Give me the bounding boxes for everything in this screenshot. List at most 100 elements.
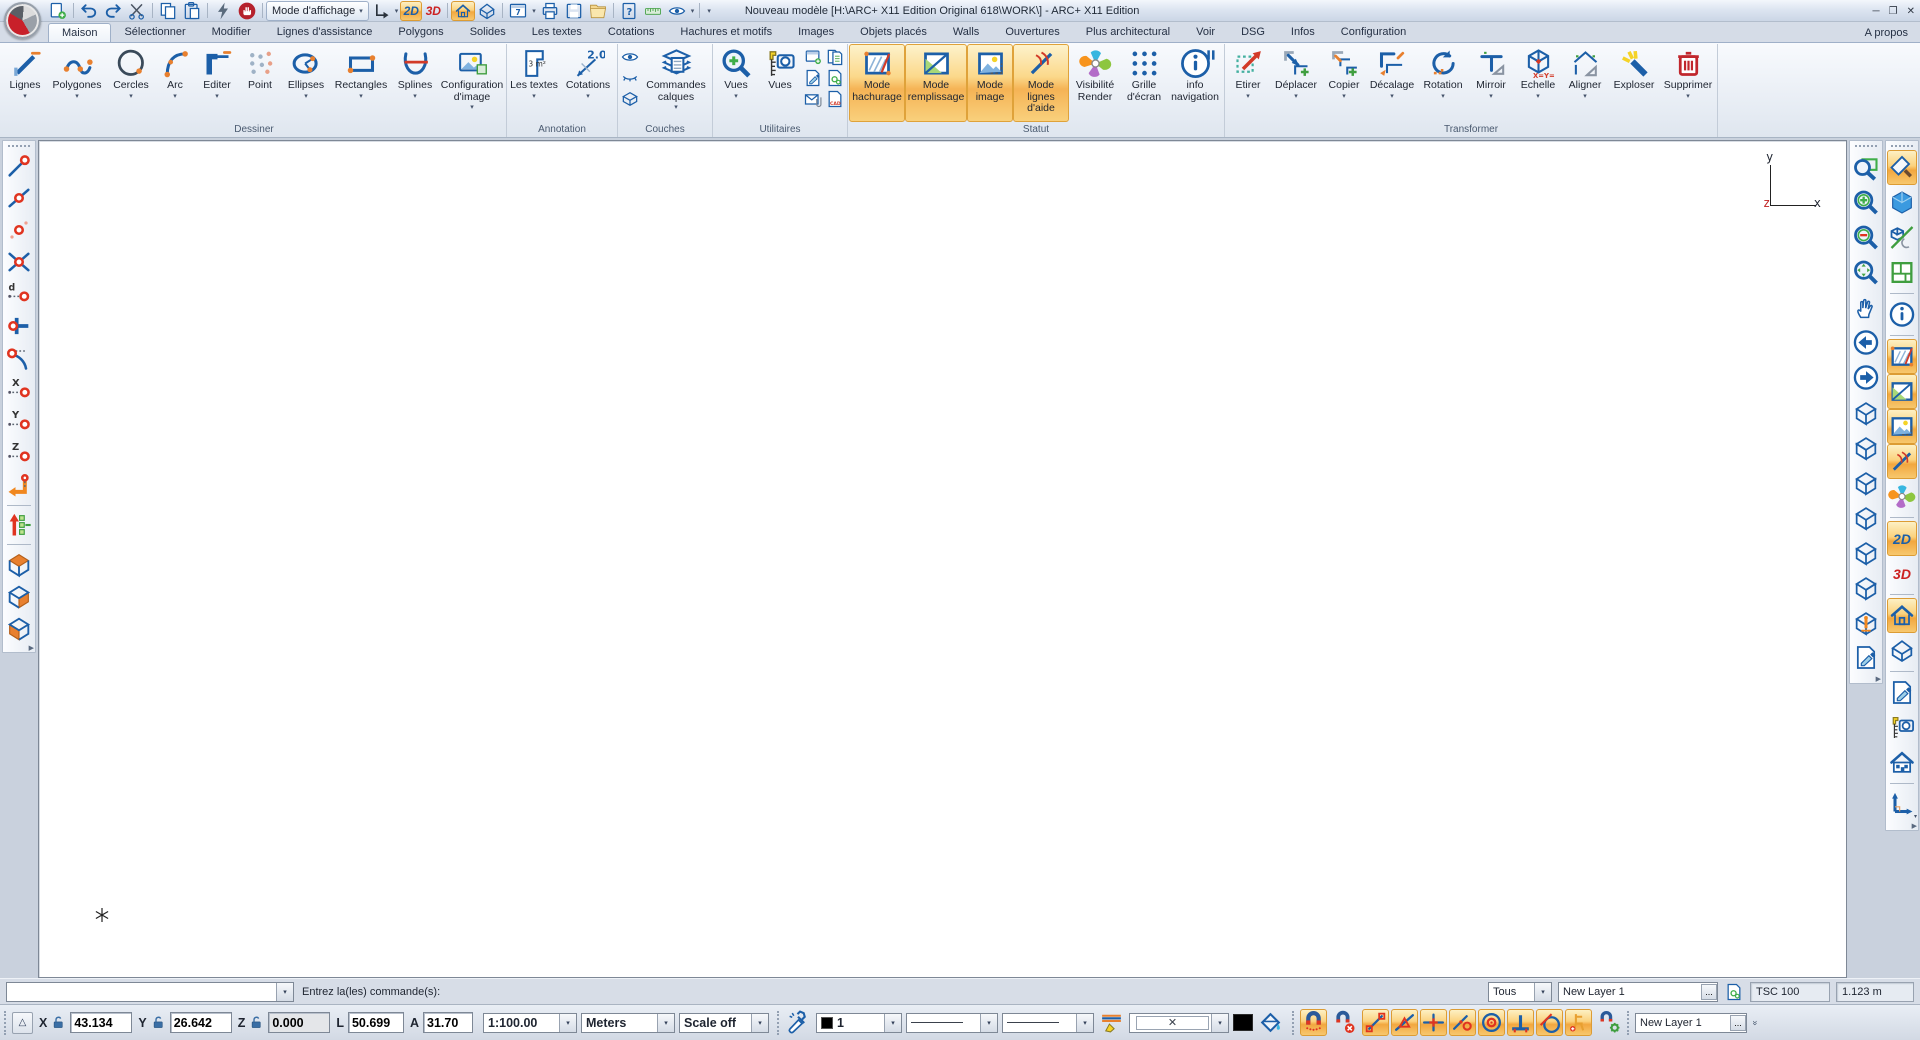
ribbon-button-mode-image[interactable]: Mode image	[967, 44, 1013, 122]
delta-mode-button[interactable]: △	[12, 1012, 33, 1034]
drawing-canvas[interactable]: y z x	[38, 140, 1847, 978]
current-layer-browse-button[interactable]: ...	[1730, 1015, 1746, 1031]
view-cube-6[interactable]	[1851, 570, 1881, 605]
snap-perpendicular[interactable]	[4, 310, 34, 342]
tab-lignes-d-assistance[interactable]: Lignes d'assistance	[264, 23, 386, 42]
command-input-combo[interactable]: ▾	[6, 982, 294, 1002]
angle-input[interactable]	[423, 1012, 473, 1033]
redraw[interactable]	[1851, 640, 1881, 675]
pause-icon[interactable]	[1203, 47, 1219, 63]
scale-mode-combo[interactable]: Scale off▾	[679, 1013, 769, 1033]
snap-magnet-off-button[interactable]	[1331, 1009, 1358, 1036]
command-history-dropdown[interactable]: ▾	[276, 983, 293, 1001]
info-object[interactable]	[1887, 297, 1917, 332]
zoom-out[interactable]	[1851, 220, 1881, 255]
ribbon-button-rectangles[interactable]: Rectangles▾	[331, 44, 391, 122]
snap-midpoint[interactable]	[4, 182, 34, 214]
tab-les-textes[interactable]: Les textes	[519, 23, 595, 42]
ribbon-button-visibilite-render[interactable]: Visibilité Render	[1069, 44, 1121, 122]
ribbon-button-mode-lignes-aide[interactable]: Mode lignes d'aide	[1013, 44, 1069, 122]
tab-dsg[interactable]: DSG	[1228, 23, 1278, 42]
floor-plan[interactable]	[1887, 255, 1917, 290]
solid-cube[interactable]	[1887, 185, 1917, 220]
image-mode[interactable]	[1887, 409, 1917, 444]
tab-plus-architectural[interactable]: Plus architectural	[1073, 23, 1183, 42]
snap-tangent-circle[interactable]	[1536, 1009, 1563, 1036]
line-style-brush-icon[interactable]	[1098, 1009, 1125, 1036]
ribbon-button-ellipses[interactable]: Ellipses▾	[281, 44, 331, 122]
about-link[interactable]: A propos	[1865, 27, 1908, 42]
pen-picker-icon[interactable]	[785, 1009, 812, 1036]
toolbar-expand-icon[interactable]: ▶	[1912, 822, 1917, 830]
paste[interactable]	[180, 1, 204, 21]
print[interactable]	[538, 1, 562, 21]
tab-ouvertures[interactable]: Ouvertures	[992, 23, 1072, 42]
active-layer-combo[interactable]: New Layer 1 ...	[1558, 982, 1718, 1002]
tab-polygons[interactable]: Polygons	[385, 23, 456, 42]
ribbon-button-vues-zoom[interactable]: Vues▾	[714, 44, 758, 122]
toolbar-expand-icon[interactable]: ▶	[1876, 675, 1881, 683]
hatch-mode[interactable]	[1887, 339, 1917, 374]
snap-tangent[interactable]	[4, 342, 34, 374]
ribbon-button-polygones[interactable]: Polygones▾	[47, 44, 107, 122]
axon-view-button[interactable]	[475, 1, 499, 21]
coord-x[interactable]: X	[4, 374, 34, 406]
help[interactable]: ?	[617, 1, 641, 21]
ribbon-button-lignes[interactable]: Lignes▾	[3, 44, 47, 122]
snap-tangent-point[interactable]	[1449, 1009, 1476, 1036]
layer-browse-button[interactable]: ...	[1701, 984, 1717, 1000]
scale-combo[interactable]: 1:100.00▾	[483, 1013, 577, 1033]
tab-cotations[interactable]: Cotations	[595, 23, 667, 42]
snap-perpendicular-foot[interactable]	[1507, 1009, 1534, 1036]
ribbon-button-arc[interactable]: Arc▾	[155, 44, 195, 122]
tab-maison[interactable]: Maison	[48, 23, 111, 42]
ribbon-button-deplacer[interactable]: Déplacer▾	[1270, 44, 1322, 122]
fill-mode[interactable]	[1887, 374, 1917, 409]
ribbon-button-supprimer[interactable]: Supprimer▾	[1660, 44, 1716, 122]
z-coordinate-input[interactable]	[268, 1012, 330, 1033]
close-button[interactable]: ✕	[1907, 6, 1915, 17]
calque-boite[interactable]	[620, 89, 640, 109]
tab-objets-plac-s[interactable]: Objets placés	[847, 23, 940, 42]
calque-cache[interactable]	[620, 68, 640, 88]
tab-hachures-et-motifs[interactable]: Hachures et motifs	[667, 23, 785, 42]
x-coordinate-input[interactable]	[70, 1012, 132, 1033]
fichier-cad[interactable]: CAD	[825, 89, 845, 109]
view-cube-3[interactable]	[1851, 465, 1881, 500]
ribbon-button-mode-remplissage[interactable]: Mode remplissage	[905, 44, 967, 122]
view-cube-top[interactable]	[4, 548, 34, 580]
redraw-all[interactable]	[1887, 675, 1917, 710]
snap-cross[interactable]	[1420, 1009, 1447, 1036]
axis-select[interactable]: ▾	[1887, 787, 1917, 822]
measure[interactable]	[641, 1, 665, 21]
ribbon-button-copier[interactable]: Copier▾	[1322, 44, 1366, 122]
zoom-in[interactable]	[1851, 185, 1881, 220]
window-manager-dropdown[interactable]: 7▾	[506, 1, 538, 21]
new-document[interactable]	[46, 1, 70, 21]
view-cube-side[interactable]	[4, 580, 34, 612]
undo[interactable]	[77, 1, 101, 21]
axis-mode-dropdown[interactable]: ▾	[369, 1, 401, 21]
ribbon-button-cotations[interactable]: 2.0Cotations▾	[560, 44, 616, 122]
helplines-mode[interactable]	[1887, 444, 1917, 479]
ribbon-button-vues-camera[interactable]: Vues	[758, 44, 802, 122]
render-trowel[interactable]	[1887, 150, 1917, 185]
mode-2d-button[interactable]: 2D	[400, 1, 422, 21]
tab-solides[interactable]: Solides	[457, 23, 519, 42]
layer-filter-combo[interactable]: Tous▾	[1488, 982, 1552, 1002]
snap-segment-endpoints[interactable]	[1362, 1009, 1389, 1036]
view-cube-5[interactable]	[1851, 535, 1881, 570]
house-view[interactable]	[1887, 745, 1917, 780]
app-logo-icon[interactable]	[4, 2, 41, 39]
snap-center[interactable]	[1478, 1009, 1505, 1036]
current-layer-combo[interactable]: New Layer 1 ...	[1635, 1013, 1747, 1033]
maximize-button[interactable]: ❐	[1889, 6, 1898, 17]
nouvelle-fenetre[interactable]	[803, 47, 823, 67]
command-input[interactable]	[7, 983, 276, 1001]
z-lock-icon[interactable]	[249, 1015, 264, 1030]
next-view[interactable]	[1851, 360, 1881, 395]
ribbon-button-mirroir[interactable]: Mirroir▾	[1468, 44, 1514, 122]
ribbon-button-les-textes[interactable]: 3 m²Les textes▾	[508, 44, 560, 122]
stop-command[interactable]	[235, 1, 259, 21]
x-lock-icon[interactable]	[51, 1015, 66, 1030]
